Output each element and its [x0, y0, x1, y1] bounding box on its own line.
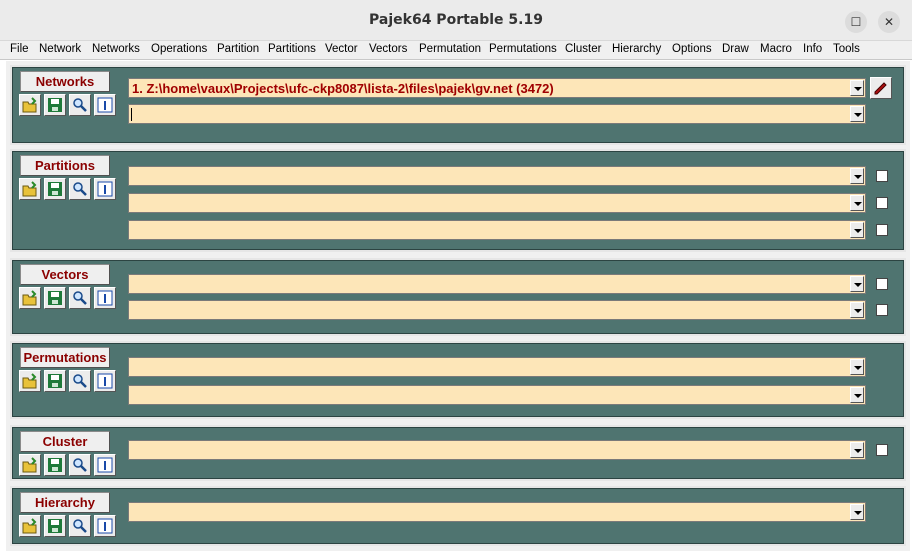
chevron-down-icon[interactable] — [850, 222, 864, 238]
menu-operations[interactable]: Operations — [151, 43, 207, 55]
vectors-checkbox-2[interactable] — [876, 304, 888, 316]
partitions-checkbox-2[interactable] — [876, 197, 888, 209]
maximize-button[interactable]: ☐ — [845, 11, 867, 33]
menu-bar: File Network Networks Operations Partiti… — [0, 41, 912, 60]
info-icon[interactable] — [94, 515, 116, 537]
window-title: Pajek64 Portable 5.19 — [369, 12, 543, 28]
chevron-down-icon[interactable] — [850, 106, 864, 122]
menu-network[interactable]: Network — [39, 43, 81, 55]
hierarchy-label[interactable]: Hierarchy — [20, 492, 110, 513]
chevron-down-icon[interactable] — [850, 302, 864, 318]
menu-hierarchy[interactable]: Hierarchy — [612, 43, 661, 55]
menu-permutation[interactable]: Permutation — [419, 43, 481, 55]
edit-icon[interactable] — [870, 77, 892, 99]
partitions-combo-3[interactable] — [128, 220, 866, 240]
menu-vector[interactable]: Vector — [325, 43, 358, 55]
menu-partitions[interactable]: Partitions — [268, 43, 316, 55]
save-icon[interactable] — [44, 94, 66, 116]
open-icon[interactable] — [19, 287, 41, 309]
hierarchy-panel: Hierarchy — [10, 486, 906, 546]
menu-macro[interactable]: Macro — [760, 43, 792, 55]
menu-file[interactable]: File — [10, 43, 29, 55]
networks-label[interactable]: Networks — [20, 71, 110, 92]
open-icon[interactable] — [19, 454, 41, 476]
info-icon[interactable] — [94, 94, 116, 116]
save-icon[interactable] — [44, 454, 66, 476]
menu-draw[interactable]: Draw — [722, 43, 749, 55]
chevron-down-icon[interactable] — [850, 504, 864, 520]
save-icon[interactable] — [44, 287, 66, 309]
view-icon[interactable] — [69, 178, 91, 200]
save-icon[interactable] — [44, 370, 66, 392]
permutations-label[interactable]: Permutations — [20, 347, 110, 368]
view-icon[interactable] — [69, 454, 91, 476]
networks-combo-1[interactable]: 1. Z:\home\vaux\Projects\ufc-ckp8087\lis… — [128, 78, 866, 98]
vectors-toolbar — [19, 287, 119, 309]
partitions-checkbox-1[interactable] — [876, 170, 888, 182]
menu-partition[interactable]: Partition — [217, 43, 259, 55]
partitions-combo-1[interactable] — [128, 166, 866, 186]
partitions-toolbar — [19, 178, 119, 200]
hierarchy-combo[interactable] — [128, 502, 866, 522]
cluster-combo[interactable] — [128, 440, 866, 460]
cluster-label[interactable]: Cluster — [20, 431, 110, 452]
chevron-down-icon[interactable] — [850, 442, 864, 458]
info-icon[interactable] — [94, 178, 116, 200]
vectors-checkbox-1[interactable] — [876, 278, 888, 290]
permutations-toolbar — [19, 370, 119, 392]
open-icon[interactable] — [19, 178, 41, 200]
cluster-panel: Cluster — [10, 425, 906, 481]
networks-toolbar — [19, 94, 119, 116]
vectors-label[interactable]: Vectors — [20, 264, 110, 285]
chevron-down-icon[interactable] — [850, 80, 864, 96]
menu-cluster[interactable]: Cluster — [565, 43, 601, 55]
view-icon[interactable] — [69, 94, 91, 116]
view-icon[interactable] — [69, 515, 91, 537]
partitions-combo-2[interactable] — [128, 193, 866, 213]
title-bar: Pajek64 Portable 5.19 ☐ ✕ — [0, 0, 912, 41]
text-cursor — [131, 108, 132, 121]
chevron-down-icon[interactable] — [850, 359, 864, 375]
partitions-checkbox-3[interactable] — [876, 224, 888, 236]
chevron-down-icon[interactable] — [850, 168, 864, 184]
hierarchy-toolbar — [19, 515, 119, 537]
vectors-combo-2[interactable] — [128, 300, 866, 320]
menu-options[interactable]: Options — [672, 43, 712, 55]
permutations-combo-1[interactable] — [128, 357, 866, 377]
vectors-panel: Vectors — [10, 258, 906, 336]
info-icon[interactable] — [94, 454, 116, 476]
networks-combo-1-value: 1. Z:\home\vaux\Projects\ufc-ckp8087\lis… — [132, 81, 554, 96]
cluster-checkbox[interactable] — [876, 444, 888, 456]
permutations-panel: Permutations — [10, 341, 906, 419]
menu-info[interactable]: Info — [803, 43, 822, 55]
menu-networks[interactable]: Networks — [92, 43, 140, 55]
vectors-combo-1[interactable] — [128, 274, 866, 294]
view-icon[interactable] — [69, 370, 91, 392]
main-area: Networks 1. Z:\home\vaux\Projects\ufc-ck… — [6, 61, 910, 551]
open-icon[interactable] — [19, 94, 41, 116]
partitions-label[interactable]: Partitions — [20, 155, 110, 176]
close-button[interactable]: ✕ — [878, 11, 900, 33]
networks-combo-2[interactable] — [128, 104, 866, 124]
info-icon[interactable] — [94, 370, 116, 392]
menu-vectors[interactable]: Vectors — [369, 43, 407, 55]
save-icon[interactable] — [44, 178, 66, 200]
chevron-down-icon[interactable] — [850, 276, 864, 292]
partitions-panel: Partitions — [10, 149, 906, 252]
cluster-toolbar — [19, 454, 119, 476]
networks-panel: Networks 1. Z:\home\vaux\Projects\ufc-ck… — [10, 65, 906, 145]
chevron-down-icon[interactable] — [850, 387, 864, 403]
menu-permutations[interactable]: Permutations — [489, 43, 557, 55]
save-icon[interactable] — [44, 515, 66, 537]
permutations-combo-2[interactable] — [128, 385, 866, 405]
info-icon[interactable] — [94, 287, 116, 309]
view-icon[interactable] — [69, 287, 91, 309]
open-icon[interactable] — [19, 370, 41, 392]
open-icon[interactable] — [19, 515, 41, 537]
menu-tools[interactable]: Tools — [833, 43, 860, 55]
chevron-down-icon[interactable] — [850, 195, 864, 211]
